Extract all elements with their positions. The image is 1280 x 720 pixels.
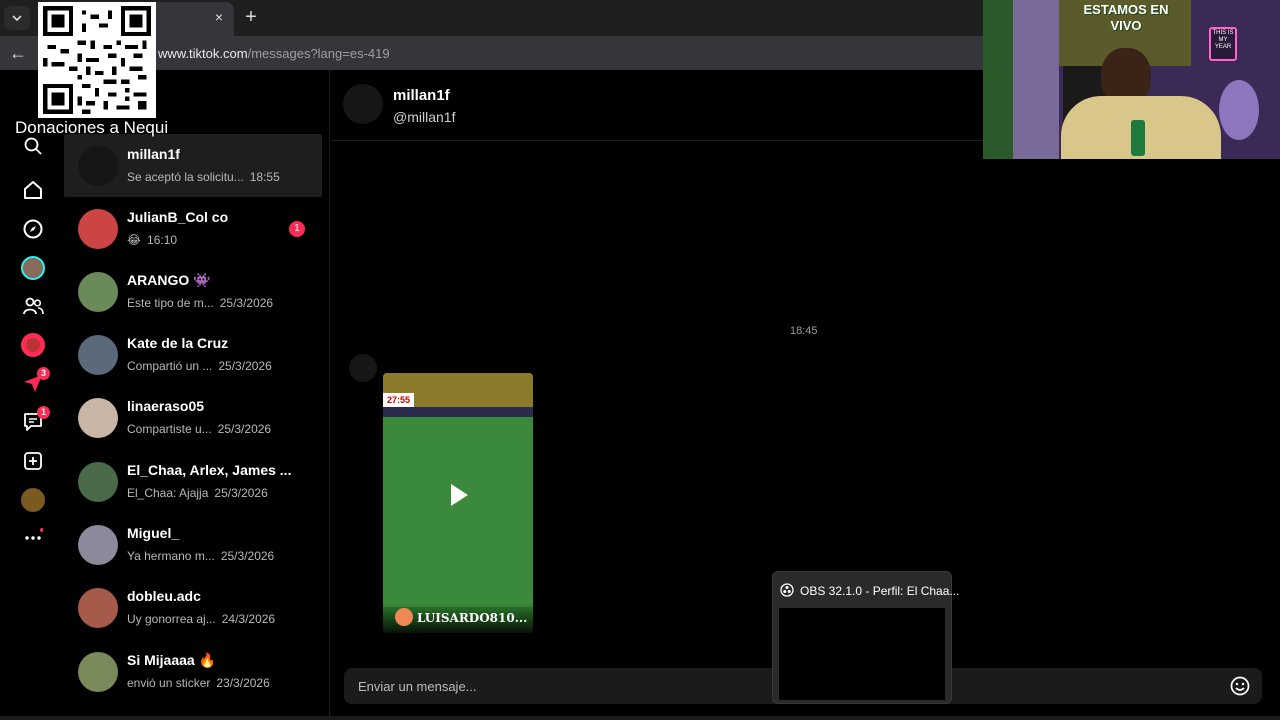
avatar — [78, 272, 118, 312]
avatar — [78, 146, 118, 186]
avatar — [78, 525, 118, 565]
conversation-preview: El_Chaa: Ajajja 25/3/2026 — [127, 486, 268, 500]
avatar[interactable] — [343, 84, 383, 124]
conversation-name: El_Chaa, Arlex, James ... — [127, 462, 292, 478]
conversation-name: Miguel_ — [127, 525, 180, 541]
video-timer: 27:55 — [383, 393, 415, 407]
chat-contact-handle: @millan1f — [393, 109, 456, 125]
conversation-preview: Compartiste u... 25/3/2026 — [127, 422, 272, 436]
conversation-item[interactable]: El_Chaa, Arlex, James ... El_Chaa: Ajajj… — [64, 450, 322, 513]
video-caption: LUISARDO810... — [383, 603, 533, 633]
conversation-item[interactable]: Kate de la Cruz Compartió un ... 25/3/202… — [64, 323, 322, 386]
webcam-overlay: ESTAMOS EN VIVO THIS IS MY YEAR — [983, 0, 1280, 159]
conversation-name: Si Mijaaaa 🔥 — [127, 652, 217, 668]
obs-icon — [780, 583, 794, 597]
avatar — [78, 652, 118, 692]
conversation-name: millan1f — [127, 146, 180, 162]
conversation-preview: Ya hermano m... 25/3/2026 — [127, 549, 275, 563]
conversation-preview: Uy gonorrea aj... 24/3/2026 — [127, 612, 276, 626]
qr-code — [38, 2, 156, 118]
obs-window-title: OBS 32.1.0 - Perfil: El Chaa... — [800, 584, 960, 598]
url-path: /messages?lang=es-419 — [247, 46, 390, 61]
home-icon[interactable] — [21, 178, 45, 202]
conversation-item[interactable]: Miguel_ Ya hermano m... 25/3/2026 — [64, 513, 322, 576]
url-host: www.tiktok.com — [158, 46, 248, 61]
avatar — [78, 462, 118, 502]
explore-badge: 3 — [37, 367, 50, 380]
messages-icon[interactable]: 1 — [21, 406, 50, 434]
conversation-name: JulianB_Col co — [127, 209, 229, 225]
neon-sign-text: THIS IS MY YEAR — [1212, 30, 1234, 50]
conversation-item[interactable]: Si Mijaaaa 🔥 envió un sticker 23/3/2026 — [64, 640, 322, 703]
chevron-down-icon — [12, 15, 22, 22]
conversation-name: ARANGO 👾 — [127, 272, 211, 288]
avatar — [78, 398, 118, 438]
conversation-name: dobleu.adc — [127, 588, 201, 604]
conversation-item[interactable]: millan1f Se aceptó la solicitu... 18:55 — [64, 134, 322, 197]
avatar[interactable] — [349, 354, 377, 382]
more-icon[interactable] — [21, 525, 45, 549]
live-icon[interactable] — [21, 333, 45, 357]
emoji-icon[interactable] — [1230, 676, 1250, 696]
video-caption-text: LUISARDO810... — [417, 611, 528, 625]
tab-close-button[interactable]: × — [212, 10, 226, 24]
channel-logo — [395, 608, 413, 626]
following-avatar-icon[interactable] — [21, 256, 45, 280]
unread-badge: 1 — [289, 221, 305, 237]
conversation-name: Kate de la Cruz — [127, 335, 229, 351]
play-icon[interactable] — [449, 483, 469, 507]
conversation-name: linaeraso05 — [127, 398, 205, 414]
conversation-list: millan1f Se aceptó la solicitu... 18:55 J… — [64, 70, 330, 720]
conversation-preview: 😂 16:10 — [127, 233, 178, 247]
back-button[interactable]: ← — [8, 43, 28, 63]
chat-contact-name[interactable]: millan1f — [393, 87, 450, 104]
tab-search-button[interactable] — [4, 6, 30, 30]
profile-avatar-icon[interactable] — [21, 488, 45, 512]
message-timestamp: 18:45 — [790, 325, 818, 337]
avatar — [78, 588, 118, 628]
compass-icon[interactable] — [21, 217, 45, 241]
shared-video-card[interactable]: 27:55 LUISARDO810... — [383, 373, 533, 633]
window-bottom-edge — [0, 716, 1280, 720]
friends-icon[interactable] — [21, 294, 45, 318]
conversation-preview: Este tipo de m... 25/3/2026 — [127, 296, 274, 310]
obs-preview-thumbnail — [779, 608, 945, 700]
url-field[interactable]: www.tiktok.com/messages?lang=es-419 — [158, 46, 390, 61]
conversation-item[interactable]: JulianB_Col co 😂 16:10 1 — [64, 197, 322, 260]
conversation-preview: Se aceptó la solicitu... 18:55 — [127, 170, 280, 184]
avatar — [78, 335, 118, 375]
explore-send-icon[interactable]: 3 — [21, 367, 50, 395]
conversation-preview: Compartió un ... 25/3/2026 — [127, 359, 272, 373]
messages-badge: 1 — [37, 406, 50, 419]
conversation-item[interactable]: ARANGO 👾 Este tipo de m... 25/3/2026 — [64, 260, 322, 323]
conversation-item[interactable]: dobleu.adc Uy gonorrea aj... 24/3/2026 — [64, 576, 322, 639]
conversation-preview: envió un sticker 23/3/2026 — [127, 676, 270, 690]
nav-rail: 3 1 — [0, 70, 64, 720]
conversation-item[interactable]: linaeraso05 Compartiste u... 25/3/2026 — [64, 386, 322, 449]
new-tab-button[interactable]: + — [242, 7, 260, 27]
webcam-sign-text: ESTAMOS EN VIVO — [1083, 2, 1169, 33]
upload-icon[interactable] — [21, 449, 45, 473]
qr-caption: Donaciones a Nequi — [15, 118, 169, 137]
obs-taskbar-preview[interactable]: OBS 32.1.0 - Perfil: El Chaa... — [772, 571, 959, 704]
avatar — [78, 209, 118, 249]
